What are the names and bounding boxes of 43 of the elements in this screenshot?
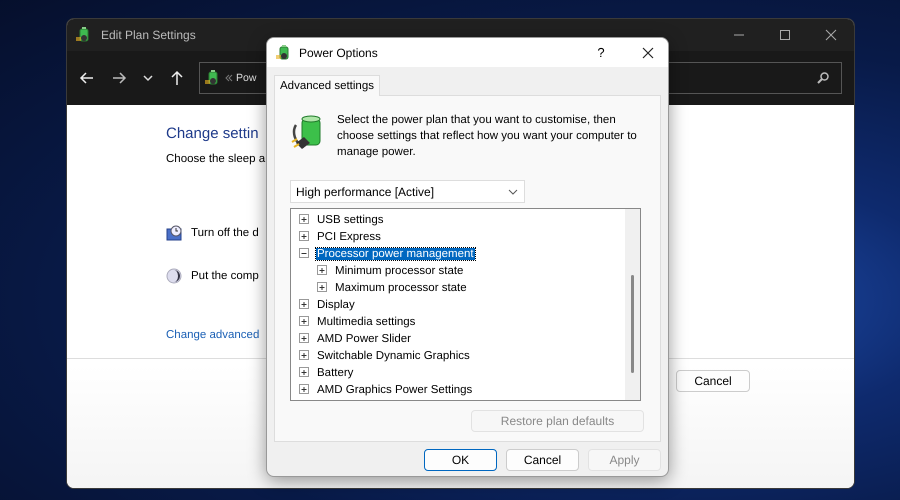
- expand-icon[interactable]: [317, 265, 328, 276]
- expand-icon[interactable]: [317, 282, 328, 293]
- expand-icon[interactable]: [299, 367, 310, 378]
- tree-item[interactable]: Maximum processor state: [334, 282, 468, 294]
- scrollbar-thumb[interactable]: [631, 275, 634, 373]
- search-icon[interactable]: [815, 70, 831, 86]
- tree-item[interactable]: USB settings: [316, 214, 384, 226]
- tree-item[interactable]: AMD Graphics Power Settings: [316, 384, 474, 396]
- plan-description: Select the power plan that you want to customise, then choose settings that reflect how you want your computer to manage power.: [337, 113, 638, 160]
- tree-item[interactable]: Multimedia settings: [316, 316, 416, 328]
- tree-item[interactable]: Minimum processor state: [334, 264, 464, 276]
- expand-icon[interactable]: [299, 214, 310, 225]
- tree-item[interactable]: PCI Express: [316, 230, 382, 242]
- expand-icon[interactable]: [299, 333, 310, 344]
- tree-item[interactable]: Display: [316, 298, 356, 310]
- breadcrumb-chevron-icon: [224, 73, 234, 83]
- tree-item[interactable]: Battery: [316, 366, 354, 378]
- ok-button[interactable]: OK: [424, 449, 497, 471]
- expand-icon[interactable]: [299, 231, 310, 242]
- setting-label: Turn off the d: [191, 227, 259, 239]
- collapse-icon[interactable]: [299, 248, 310, 259]
- cancel-button[interactable]: Cancel: [676, 370, 750, 392]
- help-button[interactable]: ?: [586, 45, 616, 60]
- cancel-button[interactable]: Cancel: [506, 449, 579, 471]
- address-path: Pow: [236, 72, 256, 84]
- page-heading: Change settin: [166, 125, 259, 142]
- expand-icon[interactable]: [299, 384, 310, 395]
- tree-item[interactable]: AMD Power Slider: [316, 332, 412, 344]
- expand-icon[interactable]: [299, 350, 310, 361]
- tab[interactable]: Advanced settings: [274, 75, 380, 96]
- dialog-title: Power Options: [299, 46, 378, 60]
- plan-dropdown[interactable]: High performance [Active]: [290, 180, 525, 203]
- tree-item[interactable]: Processor power management: [316, 248, 475, 260]
- page-description: Choose the sleep a: [166, 153, 266, 165]
- expand-icon[interactable]: [299, 299, 310, 310]
- advanced-settings-link[interactable]: Change advanced: [166, 329, 260, 341]
- setting-label: Put the comp: [191, 270, 259, 282]
- scrollbar[interactable]: [625, 209, 640, 400]
- moon-icon: [166, 268, 182, 284]
- monitor-clock-icon: [166, 225, 182, 241]
- expand-icon[interactable]: [299, 316, 310, 327]
- window-title: Edit Plan Settings: [101, 28, 196, 42]
- tree-item[interactable]: Switchable Dynamic Graphics: [316, 350, 471, 362]
